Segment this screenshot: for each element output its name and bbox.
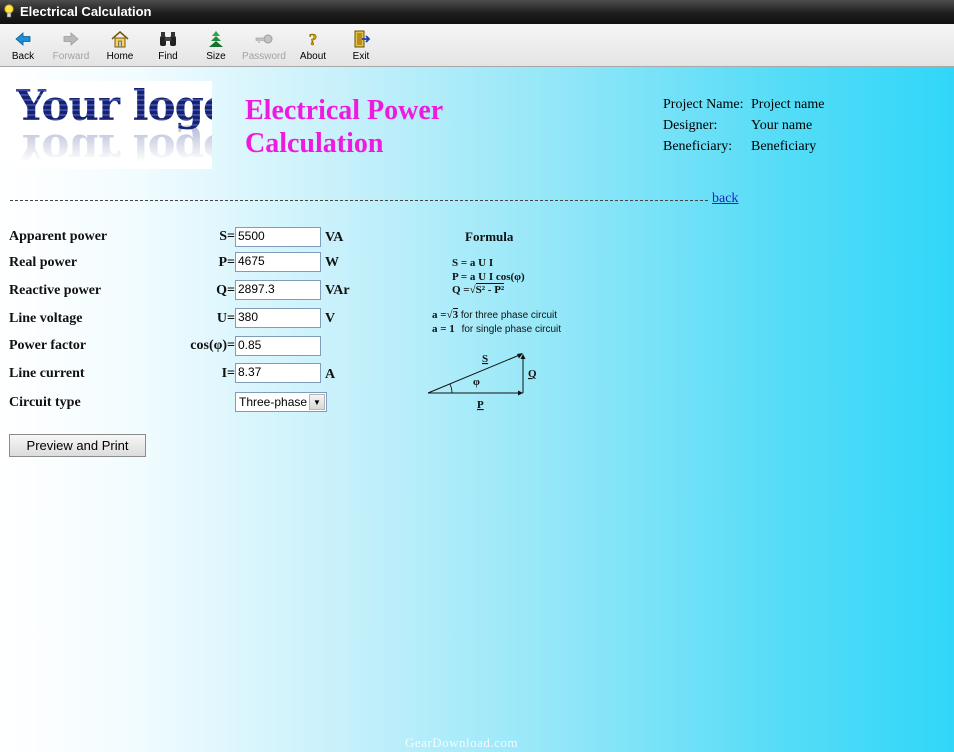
designer-label: Designer: [663,118,718,133]
logo-text: Your logo [16,81,212,130]
toolbar-back-button[interactable]: Back [0,29,46,62]
power-triangle-diagram: S Q P φ [427,353,537,411]
formula-q-prefix: Q = [452,284,470,296]
triangle-p-arrowhead [518,390,523,396]
formula-p: P = a U I cos(φ) [452,271,525,283]
watermark: GearDownload.com [405,735,519,750]
toolbar-home-label: Home [106,51,134,62]
line-current-label: Line current [9,366,85,381]
apparent-power-unit: VA [325,230,344,245]
toolbar-find-label: Find [158,51,178,62]
chevron-down-icon[interactable]: ▼ [309,394,325,410]
formula-q-radicand: S² - P² [475,283,505,296]
toolbar-back-label: Back [11,51,35,62]
line-current-unit: A [325,367,336,382]
toolbar-about-button[interactable]: ? About [290,29,336,62]
line-voltage-symbol: U= [216,311,235,326]
triangle-q-label: Q [528,368,537,380]
line-voltage-label: Line voltage [9,311,83,326]
formula-q: Q =√S² - P² [452,283,505,296]
real-power-symbol: P= [218,255,235,270]
content-area: Your logo Your logo Electrical Power Cal… [0,67,954,752]
toolbar-exit-label: Exit [352,51,370,62]
sqrt-icon: √ [469,284,476,296]
triangle-s-label: S [482,353,488,365]
toolbar-size-label: Size [206,51,226,62]
question-icon: ? [309,30,318,49]
apparent-power-symbol: S= [219,229,235,244]
toolbar-home-button[interactable]: Home [97,29,143,62]
power-factor-label: Power factor [9,338,87,353]
line-current-input[interactable]: 8.37 [235,363,321,383]
back-arrow-icon [15,32,31,46]
lightbulb-icon [4,4,14,18]
note-a3-text: for three phase circuit [460,310,558,321]
toolbar-password-label: Password [242,51,286,62]
toolbar-forward-label: Forward [52,51,90,62]
formula-s: S = a U I [452,257,494,269]
power-factor-symbol: cos(φ)= [190,338,235,353]
reactive-power-input[interactable]: 2897.3 [235,280,321,300]
toolbar-forward-button[interactable]: Forward [48,29,94,62]
circuit-type-value: Three-phase [239,395,308,409]
beneficiary-value: Beneficiary [751,139,817,154]
real-power-unit: W [325,255,339,270]
key-icon [255,34,273,44]
note-a1-prefix: a = 1 [432,323,455,335]
back-link[interactable]: back [712,191,738,207]
company-logo: Your logo Your logo [12,81,212,169]
page-title-line2: Calculation [245,128,384,159]
apparent-power-input[interactable]: 5500 [235,227,321,247]
title-bar: Electrical Calculation [0,0,954,24]
designer-value: Your name [751,118,813,133]
reactive-power-unit: VAr [325,283,350,298]
note-single-phase: a = 1 for single phase circuit [432,323,561,335]
toolbar: Back Forward Home Find Size Password ? A… [0,24,954,67]
toolbar-find-button[interactable]: Find [145,29,191,62]
triangle-p-label: P [477,399,484,411]
toolbar-size-button[interactable]: Size [193,29,239,62]
page-title: Electrical Power Calculation [245,94,443,160]
line-voltage-input[interactable]: 380 [235,308,321,328]
logo-reflection: Your logo [16,125,212,169]
sqrt-icon: √ [446,309,453,321]
triangle-phi-label: φ [473,376,480,388]
circuit-type-label: Circuit type [9,395,81,410]
window-title: Electrical Calculation [20,4,152,19]
project-name-value: Project name [751,97,825,112]
apparent-power-label: Apparent power [9,229,108,244]
formula-title: Formula [465,229,514,244]
power-factor-input[interactable]: 0.85 [235,336,321,356]
circuit-type-select[interactable]: Three-phase ▼ [235,392,327,412]
exit-door-icon [354,30,371,48]
real-power-input[interactable]: 4675 [235,252,321,272]
project-name-label: Project Name: [663,97,744,112]
page-title-line1: Electrical Power [245,95,444,126]
dashed-divider [10,200,708,201]
forward-arrow-icon [63,32,79,46]
reactive-power-symbol: Q= [216,283,235,298]
note-a3-prefix: a = [432,309,447,321]
line-voltage-unit: V [325,311,336,326]
note-a1-text: for single phase circuit [461,324,562,335]
beneficiary-label: Beneficiary: [663,139,733,154]
triangle-angle-arc [449,383,453,394]
toolbar-password-button[interactable]: Password [241,29,287,62]
note-a3-root: 3 [452,308,459,321]
home-icon [111,30,129,48]
toolbar-about-label: About [299,51,327,62]
preview-print-button[interactable]: Preview and Print [9,434,146,457]
line-current-symbol: I= [221,366,235,381]
binoculars-icon [160,32,176,46]
real-power-label: Real power [9,255,78,270]
toolbar-exit-button[interactable]: Exit [338,29,384,62]
size-icon [209,31,223,47]
reactive-power-label: Reactive power [9,283,102,298]
svg-text:?: ? [309,30,318,49]
note-three-phase: a =√3 for three phase circuit [432,308,558,321]
